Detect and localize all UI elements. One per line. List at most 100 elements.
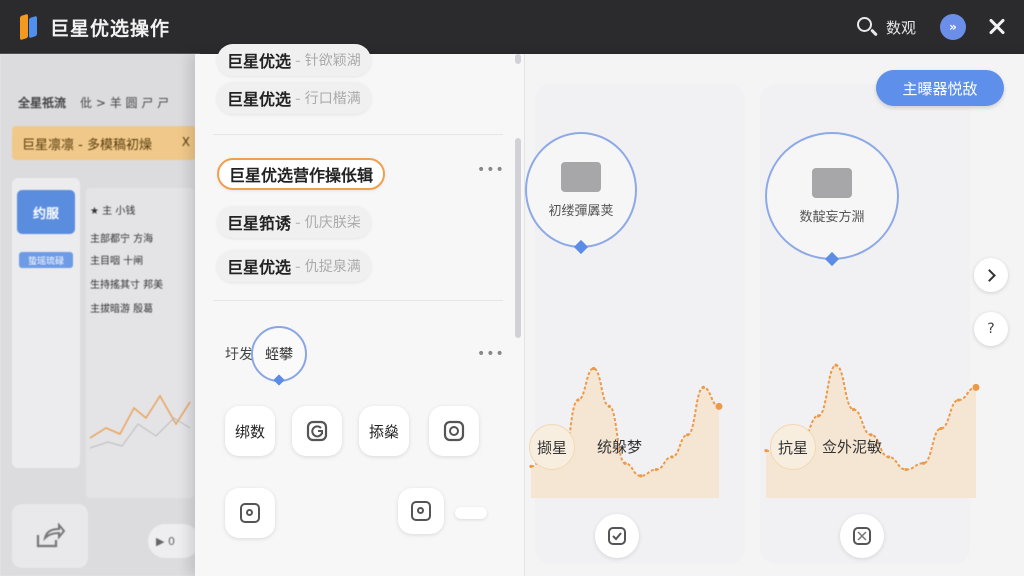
banner-text: 巨星凛凛 - 多模稿初燥 — [22, 137, 152, 153]
chart-data-point — [851, 407, 856, 412]
share-button[interactable] — [12, 504, 88, 568]
list-item-option-1[interactable]: 巨星优选 - 针欲颖湖 — [217, 44, 371, 76]
image-icon — [411, 501, 431, 521]
option-separator: - — [295, 212, 301, 232]
chart-data-point — [972, 383, 980, 391]
pin-marker-icon — [824, 251, 840, 267]
card-bubble[interactable]: 初缕彈羼荚 — [525, 132, 637, 255]
background-app: 全星祇流仳 > 羊 圆 ㄕ ㄕ 巨星凛凛 - 多模稿初燥 X 约服 蛰瑶琉碌 ★… — [0, 54, 200, 576]
chart-data-point — [623, 461, 627, 465]
title-bar-actions: 数观 » — [856, 0, 1010, 54]
selection-panel: 巨星优选 - 针欲颖湖 巨星优选 - 行口楷满 巨星优选营作操伥辑 ••• 巨星筘诱 - 仉… — [195, 44, 1024, 576]
placeholder-image-icon — [561, 161, 601, 192]
primary-action-button[interactable]: 主曝器悦敌 — [876, 70, 1004, 106]
verified-icon — [608, 527, 626, 545]
chart-data-point — [607, 404, 611, 408]
search-icon — [856, 16, 878, 38]
option-separator: - — [295, 256, 301, 276]
card-bubble[interactable]: 数靛妄方淵 — [765, 132, 899, 267]
list-item: 主目咽 十闸 — [90, 256, 144, 267]
image-icon — [240, 503, 260, 523]
settings-icon — [443, 420, 465, 442]
section-bubble[interactable]: 蛭攀 — [251, 326, 307, 386]
chevron-right-icon — [983, 268, 996, 282]
card-button[interactable]: 蛰瑶琉碌 — [19, 252, 73, 268]
tool-button-4[interactable] — [429, 406, 479, 456]
option-title: 巨星优选营作操伥辑 — [229, 166, 374, 185]
list-item: 主拔暗游 殷葛 — [90, 304, 154, 315]
tool-button-5[interactable] — [225, 488, 275, 538]
background-pill-button[interactable]: ▶ 0 — [148, 524, 200, 558]
breadcrumb-path: 仳 > 羊 圆 ㄕ ㄕ — [80, 96, 170, 110]
search-button[interactable]: 数观 — [856, 16, 916, 38]
list-item: 主部都宁 方海 — [90, 234, 154, 245]
list-item-option-4[interactable]: 巨星筘诱 - 仉庆朕柒 — [217, 206, 371, 238]
chart-data-point — [715, 402, 723, 410]
chart-chip-label: 撷星 — [536, 438, 567, 457]
chart-data-point — [529, 464, 533, 468]
tool-button-1[interactable]: 绑数 — [225, 406, 275, 456]
tool-button-2[interactable] — [292, 406, 342, 456]
chart-data-point — [834, 363, 838, 367]
breadcrumb-title: 全星祇流 — [18, 96, 67, 110]
next-page-button[interactable] — [974, 258, 1008, 292]
chart-data-point — [956, 398, 961, 402]
title-bar: 巨星优选操作 数观 » — [0, 0, 1024, 54]
option-title: 巨星优选 — [227, 52, 292, 71]
tool-label: 掭燊 — [368, 422, 399, 441]
tool-label: 绑数 — [234, 422, 265, 441]
section-bubble-label: 蛭攀 — [265, 347, 293, 363]
close-icon[interactable] — [984, 14, 1010, 40]
preview-card-2[interactable]: 数靛妄方淵 抗星 佥外泥敏 — [760, 84, 980, 564]
banner-close-icon[interactable]: X — [182, 135, 190, 149]
chart-chip: 抗星 — [770, 424, 816, 470]
pin-marker-icon — [273, 374, 285, 386]
notice-banner: 巨星凛凛 - 多模稿初燥 X — [12, 126, 196, 160]
more-options-icon[interactable]: ••• — [477, 346, 505, 362]
chart-label: 统躲梦 — [597, 438, 643, 456]
chart-data-point — [701, 385, 705, 389]
tool-button-6[interactable] — [398, 488, 444, 534]
refresh-icon — [306, 420, 328, 442]
grid-icon — [853, 527, 871, 545]
chart-data-point — [576, 398, 580, 402]
list-item-option-3-selected[interactable]: 巨星优选营作操伥辑 — [217, 158, 386, 190]
list-item-option-2[interactable]: 巨星优选 - 行口楷满 — [217, 82, 371, 114]
divider — [213, 300, 503, 301]
card-action-button[interactable] — [595, 514, 639, 558]
chart-data-point — [921, 461, 926, 465]
chart-data-point — [764, 449, 768, 453]
option-subtitle: 仉庆朕柒 — [304, 215, 361, 231]
breadcrumb: 全星祇流仳 > 羊 圆 ㄕ ㄕ — [18, 94, 169, 111]
background-mini-chart — [89, 394, 191, 449]
card-bubble-label: 初缕彈羼荚 — [548, 203, 614, 219]
card-thumbnail-label: 约服 — [32, 206, 59, 222]
more-options-icon[interactable]: ••• — [477, 162, 505, 178]
card-action-button[interactable] — [840, 514, 884, 558]
placeholder-image-icon — [812, 167, 852, 198]
tool-button-3[interactable]: 掭燊 — [359, 406, 409, 456]
slider-handle[interactable] — [455, 507, 487, 519]
option-separator: - — [295, 50, 301, 70]
help-button[interactable]: ? — [974, 312, 1008, 346]
trend-chart-1 — [529, 366, 723, 498]
chart-data-point — [670, 455, 674, 459]
preview-card-1[interactable]: 初缕彈羼荚 撷星 统躲梦 — [525, 84, 745, 564]
chart-data-point — [904, 467, 908, 472]
option-title: 巨星筘诱 — [227, 214, 292, 233]
chart-data-point — [886, 455, 891, 459]
background-card: 约服 蛰瑶琉碌 — [12, 178, 80, 468]
avatar[interactable]: » — [940, 14, 966, 40]
chart-chip: 撷星 — [529, 424, 575, 470]
option-title: 巨星优选 — [227, 258, 292, 277]
chart-data-point — [816, 414, 821, 418]
pin-marker-icon — [573, 239, 589, 255]
search-label: 数观 — [885, 18, 916, 37]
section-label: 圩发 — [225, 347, 253, 363]
scrollbar[interactable] — [515, 138, 521, 338]
option-subtitle: 仇捉泉满 — [304, 259, 361, 275]
list-item-option-5[interactable]: 巨星优选 - 仇捉泉满 — [217, 250, 371, 282]
share-icon — [36, 523, 65, 548]
chart-data-point — [939, 426, 943, 431]
chart-data-point — [654, 467, 658, 472]
